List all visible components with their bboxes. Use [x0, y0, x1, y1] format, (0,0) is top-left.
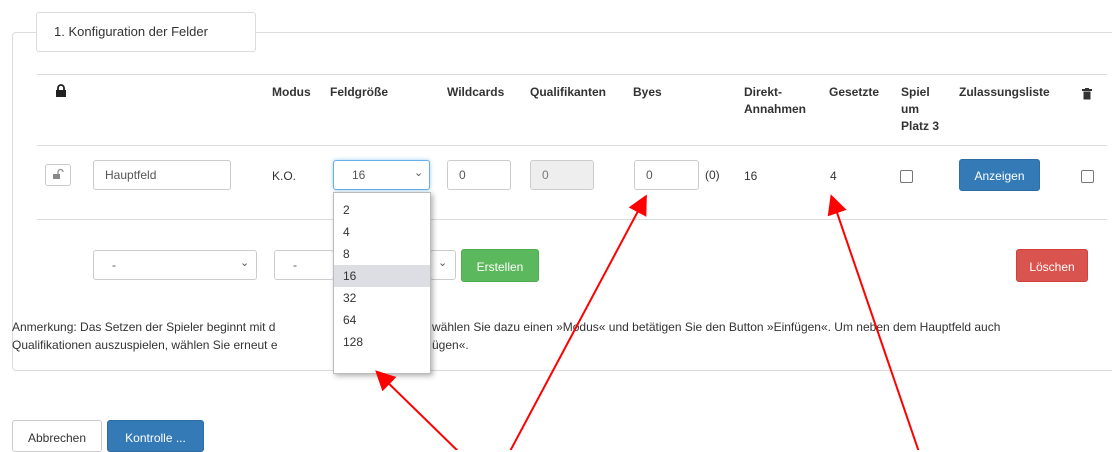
arrow-to-byes — [509, 194, 647, 450]
arrow-to-dropdown — [375, 370, 459, 450]
annotation-arrows — [375, 194, 920, 450]
arrow-to-gesetzte — [827, 194, 920, 450]
